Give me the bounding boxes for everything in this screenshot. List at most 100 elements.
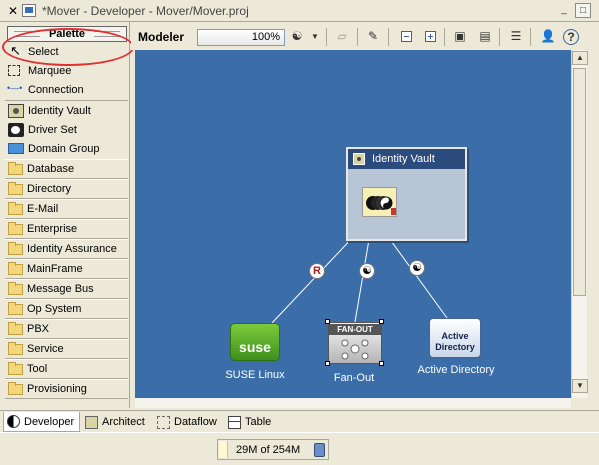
palette-item-identity-vault[interactable]: Identity Vault	[5, 101, 128, 120]
identity-vault-icon	[353, 153, 365, 165]
close-editor-icon[interactable]: ✕	[8, 4, 18, 18]
horizontal-scrollbar[interactable]	[135, 398, 571, 408]
palette-drawer-pbx[interactable]: PBX	[5, 319, 128, 339]
zoom-dropdown-icon[interactable]: ▼	[306, 28, 324, 46]
drawer-label: Service	[27, 343, 64, 355]
modeler-canvas[interactable]: Identity Vault R ☯ ☯ suse SUSE Linux FAN…	[135, 50, 571, 398]
folder-icon	[8, 341, 23, 355]
garbage-collect-icon[interactable]	[314, 443, 325, 457]
folder-icon	[8, 261, 23, 275]
active-directory-logo-icon[interactable]: Active Directory	[429, 318, 481, 358]
palette-item-domain-group[interactable]: Domain Group	[5, 139, 128, 158]
grip-icon	[94, 31, 120, 37]
toolbar-separator	[499, 28, 500, 46]
link-badge-yin-yang-icon[interactable]: ☯	[409, 260, 425, 276]
selection-handle[interactable]	[325, 319, 330, 324]
folder-icon	[8, 181, 23, 195]
scrollbar-thumb[interactable]	[573, 68, 586, 296]
palette-drawer-mainframe[interactable]: MainFrame	[5, 259, 128, 279]
drawer-label: Directory	[27, 183, 72, 195]
minimize-button[interactable]: _	[556, 3, 572, 18]
node-caption: SUSE Linux	[225, 369, 285, 381]
tab-label: Architect	[102, 416, 145, 428]
palette-drawer-directory[interactable]: Directory	[5, 179, 128, 199]
link-badge-remote-icon[interactable]: R	[309, 263, 325, 279]
drawer-label: E-Mail	[27, 203, 59, 215]
palette-tool-label: Select	[28, 45, 59, 58]
project-icon	[22, 4, 36, 17]
folder-icon	[8, 361, 23, 375]
tab-table[interactable]: Table	[225, 412, 276, 432]
drawer-label: Database	[27, 163, 75, 175]
palette-item-driver-set[interactable]: Driver Set	[5, 120, 128, 139]
palette-drawer-message-bus[interactable]: Message Bus	[5, 279, 128, 299]
palette-drawer-service[interactable]: Service	[5, 339, 128, 359]
developer-icon	[7, 415, 20, 428]
palette-drawer-op-system[interactable]: Op System	[5, 299, 128, 319]
tab-dataflow[interactable]: Dataflow	[154, 412, 222, 432]
domain-group-icon	[8, 143, 24, 154]
selection-handle[interactable]	[325, 361, 330, 366]
identity-vault-object[interactable]: Identity Vault	[346, 147, 467, 241]
deploy-icon[interactable]: ▣	[451, 28, 469, 46]
palette-title: Palette	[48, 28, 86, 40]
palette-header[interactable]: Palette	[7, 26, 127, 42]
palette-tool-select[interactable]: Select	[5, 42, 128, 61]
architect-icon	[85, 415, 98, 429]
identity-vault-icon	[8, 103, 24, 118]
vertical-scrollbar[interactable]: ▲ ▼	[571, 50, 588, 398]
tab-label: Developer	[24, 415, 75, 428]
drawer-label: Message Bus	[27, 283, 94, 295]
yin-yang-icon[interactable]: ☯	[288, 28, 306, 46]
user-icon[interactable]: 👤	[539, 28, 557, 46]
palette-item-label: Driver Set	[28, 123, 77, 136]
pen-icon[interactable]: ✎	[364, 28, 382, 46]
folder-icon	[8, 201, 23, 215]
selection-handle[interactable]	[379, 319, 384, 324]
folder-icon	[8, 321, 23, 335]
expand-icon[interactable]	[421, 28, 439, 46]
table-icon	[228, 415, 241, 429]
title-bar: ✕ *Mover - Developer - Mover/Mover.proj …	[0, 0, 599, 22]
identity-vault-title: Identity Vault	[372, 153, 435, 165]
driver-set-icon[interactable]	[362, 187, 397, 217]
drawer-label: Tool	[27, 363, 48, 375]
scroll-up-icon[interactable]: ▲	[572, 51, 588, 65]
selection-handle[interactable]	[379, 361, 384, 366]
link-badge-yin-yang-icon[interactable]: ☯	[359, 263, 375, 279]
properties-icon[interactable]: ☰	[507, 28, 525, 46]
scroll-down-icon[interactable]: ▼	[572, 379, 588, 393]
folder-icon	[8, 161, 23, 175]
palette-drawer-identity-assurance[interactable]: Identity Assurance	[5, 239, 128, 259]
tab-architect[interactable]: Architect	[82, 412, 150, 432]
drawer-label: Op System	[27, 303, 82, 315]
modeler-toolbar: Modeler 100% ☯ ▼ ▱ ✎ ▣ ▤ ☰ 👤 ?	[131, 22, 597, 50]
palette-drawer-email[interactable]: E-Mail	[5, 199, 128, 219]
eraser-icon[interactable]: ▱	[333, 28, 351, 46]
palette-tool-connection[interactable]: Connection	[5, 80, 128, 99]
identity-vault-header: Identity Vault	[348, 149, 465, 169]
palette-drawer-enterprise[interactable]: Enterprise	[5, 219, 128, 239]
palette-tool-marquee[interactable]: Marquee	[5, 61, 128, 80]
fan-out-object[interactable]: FAN-OUT	[328, 322, 382, 364]
drawer-label: Provisioning	[27, 383, 87, 395]
tab-developer[interactable]: Developer	[3, 412, 81, 432]
palette-drawer-database[interactable]: Database	[5, 159, 128, 179]
maximize-button[interactable]: □	[575, 3, 591, 18]
status-bar: 29M of 254M	[0, 432, 599, 465]
designer-window: ✕ *Mover - Developer - Mover/Mover.proj …	[0, 0, 599, 465]
palette-drawer-provisioning[interactable]: Provisioning	[5, 379, 128, 399]
palette-drawer-tool[interactable]: Tool	[5, 359, 128, 379]
zoom-field[interactable]: 100%	[197, 29, 285, 46]
toolbar-separator	[530, 28, 531, 46]
collapse-icon[interactable]	[397, 28, 415, 46]
fan-out-logo-label: FAN-OUT	[329, 324, 381, 335]
arrow-cursor-icon	[8, 43, 24, 59]
drawer-label: PBX	[27, 323, 50, 335]
suse-logo-icon[interactable]: suse	[230, 323, 280, 361]
palette-item-label: Identity Vault	[28, 104, 91, 117]
palette-item-label: Domain Group	[28, 142, 100, 155]
help-icon[interactable]: ?	[563, 29, 579, 45]
compare-icon[interactable]: ▤	[476, 28, 494, 46]
connection-icon	[7, 83, 24, 97]
